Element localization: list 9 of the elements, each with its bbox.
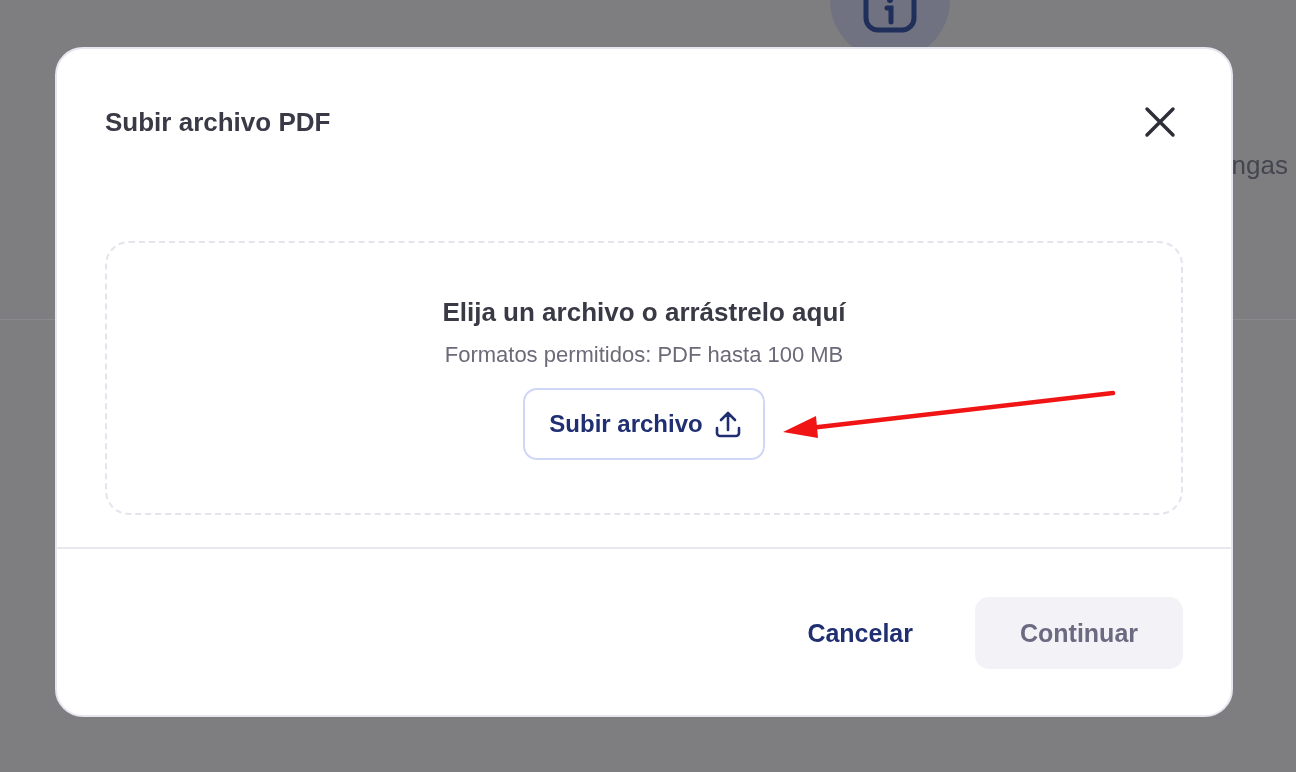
upload-file-button[interactable]: Subir archivo [523,388,765,460]
close-button[interactable] [1143,105,1177,139]
drop-zone-heading: Elija un archivo o arrástrelo aquí [442,297,846,328]
background-text: ngas [1231,150,1288,181]
cancel-button[interactable]: Cancelar [807,597,913,669]
drop-zone[interactable]: Elija un archivo o arrástrelo aquí Formatos permitidos: PDF hasta 100 MB Subir archivo [105,241,1183,515]
allowed-formats-text: Formatos permitidos: PDF hasta 100 MB [444,342,844,368]
upload-icon [714,410,741,438]
dialog-title: Subir archivo PDF [105,106,331,138]
